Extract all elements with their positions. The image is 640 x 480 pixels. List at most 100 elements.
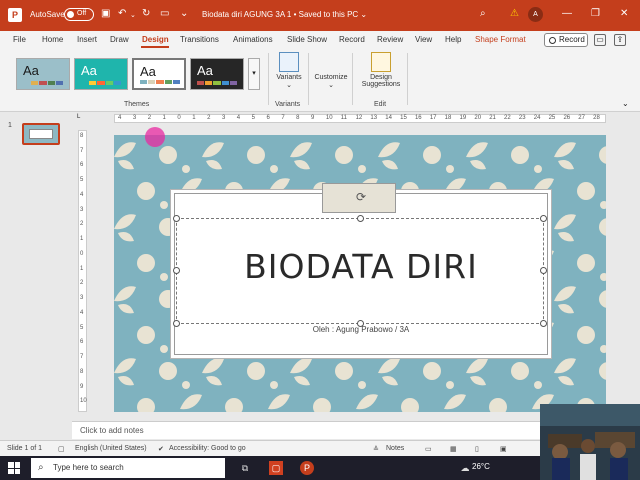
resize-handle[interactable] — [540, 215, 547, 222]
record-button-label: Record — [559, 35, 585, 44]
powerpoint-taskbar-icon[interactable]: P — [300, 461, 314, 475]
share-icon[interactable]: ⇪ — [614, 34, 626, 46]
slide-sorter-icon[interactable]: ▦ — [450, 445, 457, 453]
tab-slide-show[interactable]: Slide Show — [287, 35, 327, 44]
slide-title[interactable]: BIODATA DIRI — [176, 247, 546, 286]
warning-icon[interactable]: ⚠ — [510, 8, 519, 19]
slide-count: Slide 1 of 1 — [7, 445, 43, 452]
theme-option-1[interactable]: Aa — [16, 58, 70, 90]
accessibility-icon[interactable]: ✔ — [158, 445, 164, 453]
horizontal-ruler[interactable]: 4 3 2 1 0 1 2 3 4 5 6 7 8 9 10 11 12 13 14 15 16 17 18 19 20 21 22… — [114, 114, 606, 123]
ribbon-separator — [308, 53, 309, 105]
pattern-motif — [378, 358, 400, 386]
pattern-motif — [577, 254, 606, 281]
theme-option-4[interactable]: Aa — [190, 58, 244, 90]
notes-icon[interactable]: ≗ — [373, 445, 379, 453]
pattern-motif — [554, 142, 576, 170]
tab-animations[interactable]: Animations — [233, 35, 273, 44]
customize-button[interactable]: Customize ⌄ — [312, 52, 350, 89]
restore-icon[interactable]: ❐ — [591, 8, 600, 19]
ruler-tick-label: 26 — [563, 115, 571, 121]
accessibility-status[interactable]: Accessibility: Good to go — [169, 445, 246, 452]
weather-icon[interactable]: ☁ — [458, 461, 472, 475]
language-status[interactable]: English (United States) — [75, 445, 147, 452]
ruler-tick-label: 2 — [147, 115, 152, 121]
tab-insert[interactable]: Insert — [77, 35, 97, 44]
reading-view-icon[interactable]: ▯ — [475, 445, 479, 453]
tab-record[interactable]: Record — [339, 35, 365, 44]
autosave-label: AutoSave — [30, 10, 65, 19]
taskbar-search-box[interactable]: ⌕ Type here to search — [31, 458, 225, 478]
tab-transitions[interactable]: Transitions — [180, 35, 219, 44]
minimize-icon[interactable]: — — [562, 8, 572, 19]
document-title[interactable]: Biodata diri AGUNG 3A 1 • Saved to this … — [202, 10, 367, 19]
ruler-tick-label: 1 — [80, 265, 84, 272]
record-button[interactable]: Record — [544, 33, 588, 47]
tab-file[interactable]: File — [13, 35, 26, 44]
tab-draw[interactable]: Draw — [110, 35, 129, 44]
themes-more-button[interactable]: ▾ — [248, 58, 260, 90]
screen-recorder-icon[interactable]: ▢ — [269, 461, 283, 475]
ruler-tick-label: 4 — [118, 115, 122, 121]
resize-handle[interactable] — [357, 215, 364, 222]
windows-start-icon[interactable] — [8, 462, 20, 474]
theme-option-3-selected[interactable]: Aa — [132, 58, 186, 90]
pattern-motif — [114, 142, 136, 170]
customize-qat-icon[interactable]: ⌄ — [180, 8, 188, 19]
ruler-tick-label: 6 — [80, 162, 84, 169]
slide-canvas[interactable]: ⟳ BIODATA DIRI Oleh : Agung Prabowo / 3A — [114, 135, 606, 412]
resize-handle[interactable] — [173, 215, 180, 222]
ruler-tick-label: 7 — [281, 115, 285, 121]
ruler-tick-label: 3 — [80, 206, 84, 213]
tab-view[interactable]: View — [415, 35, 432, 44]
spelling-icon[interactable]: ▢ — [58, 445, 65, 453]
active-tab-indicator — [141, 46, 169, 48]
search-icon[interactable]: ⌕ — [480, 8, 486, 19]
start-from-beginning-icon[interactable]: ▭ — [160, 8, 169, 19]
save-icon[interactable]: ▣ — [101, 8, 110, 19]
tab-review[interactable]: Review — [377, 35, 403, 44]
variants-button[interactable]: Variants ⌄ — [272, 52, 306, 89]
pattern-motif — [268, 394, 290, 410]
pattern-motif — [114, 286, 136, 314]
ruler-tick-label: 7 — [80, 354, 84, 361]
tab-design[interactable]: Design — [142, 35, 169, 44]
tab-shape-format[interactable]: Shape Format — [475, 35, 526, 44]
slide-subtitle[interactable]: Oleh : Agung Prabowo / 3A — [176, 325, 546, 334]
pattern-motif — [247, 362, 278, 389]
tab-help[interactable]: Help — [445, 35, 461, 44]
collapse-ribbon-icon[interactable]: ⌄ — [622, 99, 629, 108]
present-icon[interactable]: ▭ — [594, 34, 606, 46]
cursor-highlight — [145, 127, 165, 147]
ruler-corner-tab[interactable]: L — [77, 114, 86, 123]
pattern-motif — [554, 214, 576, 242]
theme-sample-text: Aa — [140, 64, 156, 79]
normal-view-icon[interactable]: ▭ — [425, 445, 432, 453]
themes-group-label: Themes — [124, 101, 150, 108]
ruler-tick-label: 18 — [444, 115, 452, 121]
pattern-motif — [114, 358, 136, 386]
design-suggestions-button[interactable]: Design Suggestions — [358, 52, 404, 88]
avatar[interactable]: A — [528, 7, 543, 22]
ruler-tick-label: 5 — [80, 177, 84, 184]
ruler-tick-label: 4 — [80, 191, 84, 198]
pattern-motif — [511, 146, 542, 173]
redo-icon[interactable]: ↻ — [142, 8, 150, 19]
vertical-ruler[interactable]: 8 7 6 5 4 3 2 1 0 1 2 3 4 5 6 7 8 9 10 — [78, 130, 87, 412]
pattern-motif — [554, 286, 576, 314]
undo-icon[interactable]: ↶ — [118, 8, 126, 19]
ruler-tick-label: 4 — [236, 115, 241, 121]
task-view-icon[interactable]: ⧉ — [238, 461, 252, 475]
autosave-toggle[interactable]: Off — [64, 8, 94, 21]
close-icon[interactable]: ✕ — [620, 8, 628, 19]
weather-temperature[interactable]: 26°C — [472, 462, 490, 471]
slide-thumbnail[interactable] — [22, 123, 60, 145]
notes-button[interactable]: Notes — [386, 445, 404, 452]
undo-dropdown-icon[interactable]: ⌄ — [130, 11, 136, 19]
tab-home[interactable]: Home — [42, 35, 63, 44]
ruler-tick-label: 1 — [162, 115, 166, 121]
ribbon-separator — [268, 53, 269, 105]
theme-option-2[interactable]: Aa — [74, 58, 128, 90]
rotate-handle-icon[interactable]: ⟳ — [354, 190, 368, 204]
slideshow-view-icon[interactable]: ▣ — [500, 445, 507, 453]
